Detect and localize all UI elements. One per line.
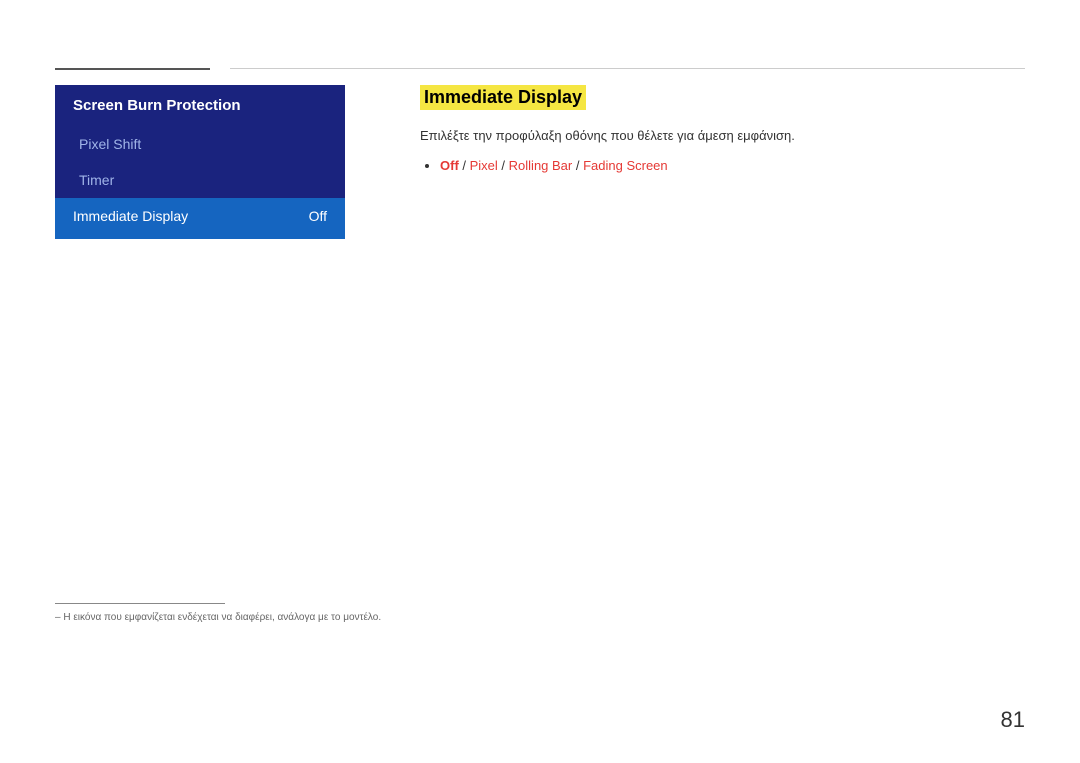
option-fading: Fading Screen xyxy=(583,158,668,173)
menu-item-timer[interactable]: Timer xyxy=(55,162,345,198)
menu-item-pixel-shift-label: Pixel Shift xyxy=(79,136,141,152)
content-options-item: Off / Pixel / Rolling Bar / Fading Scree… xyxy=(440,158,1025,173)
note-text: – Η εικόνα που εμφανίζεται ενδέχεται να … xyxy=(55,612,381,623)
menu-header: Screen Burn Protection xyxy=(55,85,345,126)
option-sep3: / xyxy=(572,158,583,173)
content-description: Επιλέξτε την προφύλαξη οθόνης που θέλετε… xyxy=(420,126,1025,146)
option-pixel: Pixel xyxy=(470,158,498,173)
option-off: Off xyxy=(440,158,459,173)
content-area: Immediate Display Επιλέξτε την προφύλαξη… xyxy=(420,85,1025,173)
content-title: Immediate Display xyxy=(420,85,586,110)
menu-item-immediate-display[interactable]: Immediate Display Off xyxy=(55,198,345,234)
page-number: 81 xyxy=(1001,707,1025,733)
page-container: Screen Burn Protection Pixel Shift Timer… xyxy=(0,0,1080,763)
menu-header-label: Screen Burn Protection xyxy=(73,97,241,114)
bottom-note: – Η εικόνα που εμφανίζεται ενδέχεται να … xyxy=(55,603,381,623)
menu-item-immediate-display-value: Off xyxy=(309,208,327,224)
top-divider-right xyxy=(230,68,1025,69)
menu-panel: Screen Burn Protection Pixel Shift Timer… xyxy=(55,85,345,239)
menu-bottom-bar xyxy=(55,234,345,239)
option-rolling: Rolling Bar xyxy=(509,158,573,173)
top-divider-left xyxy=(55,68,210,70)
note-divider xyxy=(55,603,225,604)
menu-item-pixel-shift[interactable]: Pixel Shift xyxy=(55,126,345,162)
content-options-list: Off / Pixel / Rolling Bar / Fading Scree… xyxy=(440,158,1025,173)
option-sep2: / xyxy=(498,158,509,173)
option-sep1: / xyxy=(459,158,470,173)
menu-item-timer-label: Timer xyxy=(79,172,114,188)
menu-item-immediate-display-label: Immediate Display xyxy=(73,208,188,224)
